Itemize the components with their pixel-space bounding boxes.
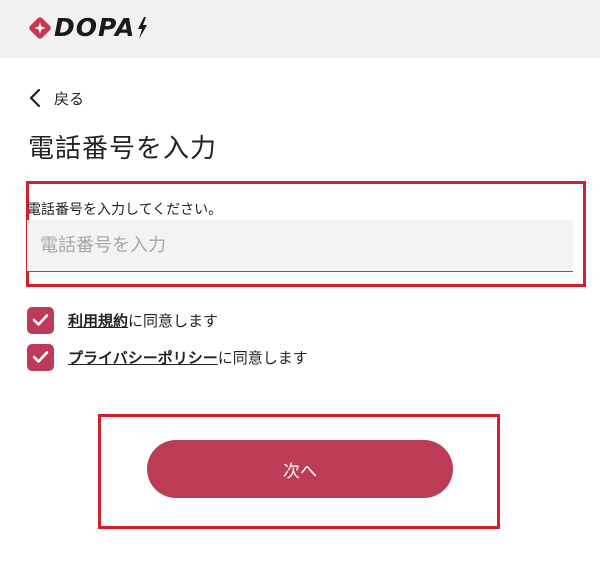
terms-link[interactable]: 利用規約 [68, 312, 128, 330]
terms-suffix: に同意します [128, 311, 219, 330]
phone-input[interactable] [27, 220, 573, 272]
page-title: 電話番号を入力 [28, 134, 218, 164]
terms-checkbox[interactable] [27, 306, 54, 334]
phone-field-label: 電話番号を入力してください。 [27, 202, 223, 218]
privacy-agreement[interactable]: プライバシーポリシーに同意します [27, 343, 308, 371]
logo-wordmark: DOPA [54, 13, 136, 42]
chevron-left-icon [29, 88, 41, 108]
privacy-suffix: に同意します [217, 348, 308, 367]
lightning-bolt-icon [138, 17, 148, 39]
privacy-checkbox[interactable] [27, 343, 54, 371]
app-header: DOPA [0, 0, 600, 58]
checkmark-icon [32, 351, 49, 363]
back-button[interactable]: 戻る [28, 86, 84, 110]
next-button[interactable]: 次へ [147, 440, 453, 498]
terms-agreement[interactable]: 利用規約に同意します [27, 306, 218, 334]
terms-agreement-text: 利用規約に同意します [68, 310, 218, 331]
back-label: 戻る [54, 89, 85, 108]
dopa-logo[interactable]: DOPA [28, 13, 148, 43]
privacy-policy-link[interactable]: プライバシーポリシー [68, 349, 218, 367]
privacy-agreement-text: プライバシーポリシーに同意します [68, 347, 308, 368]
dopa-logo-icon [29, 17, 51, 39]
checkmark-icon [32, 314, 49, 326]
